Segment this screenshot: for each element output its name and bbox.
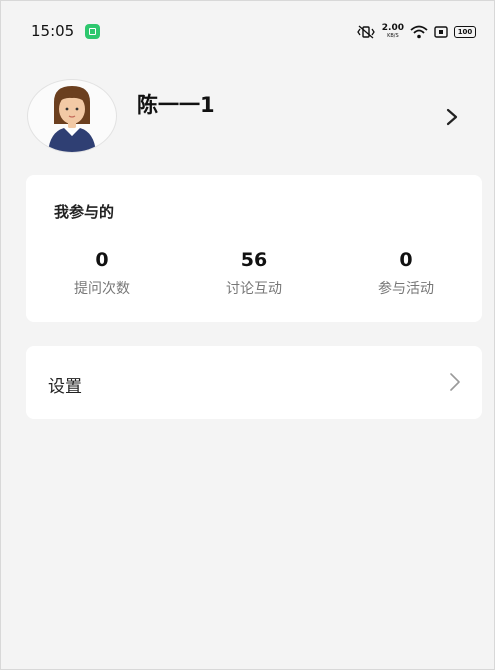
stat-label: 参与活动 (378, 281, 434, 297)
profile-header[interactable]: 陈一一1 (27, 79, 467, 153)
avatar-icon (48, 86, 96, 152)
net-speed-unit: KB/S (387, 33, 399, 39)
settings-label: 设置 (48, 377, 82, 397)
stat-label: 讨论互动 (226, 281, 282, 297)
settings-row[interactable]: 设置 (26, 346, 482, 419)
status-bar: 15:05 2.00 KB/S 100 (1, 19, 494, 45)
wifi-icon (410, 25, 428, 39)
sim-icon (434, 26, 448, 38)
net-speed-value: 2.00 (381, 23, 404, 33)
stat-discussions[interactable]: 56 讨论互动 (194, 249, 314, 298)
participation-card: 我参与的 0 提问次数 56 讨论互动 0 参与活动 (26, 175, 482, 322)
stat-activities[interactable]: 0 参与活动 (346, 249, 466, 298)
chevron-right-icon (450, 373, 460, 391)
stat-value: 0 (95, 249, 109, 271)
vibrate-icon (357, 25, 375, 39)
stat-label: 提问次数 (74, 281, 130, 297)
status-icons: 2.00 KB/S 100 (356, 22, 476, 42)
avatar[interactable] (27, 79, 117, 153)
user-name[interactable]: 陈一一1 (137, 89, 215, 119)
net-speed: 2.00 KB/S (382, 24, 404, 40)
status-time: 15:05 (31, 22, 75, 40)
chevron-right-icon[interactable] (445, 107, 459, 127)
battery-icon: 100 (454, 26, 476, 38)
screen: 15:05 2.00 KB/S 100 陈一一1 我参与的 0 提问次数 56 … (0, 0, 495, 670)
app-badge-icon (85, 24, 100, 39)
participation-title: 我参与的 (54, 203, 115, 221)
stat-questions[interactable]: 0 提问次数 (42, 249, 162, 298)
stat-value: 0 (399, 249, 413, 271)
stat-value: 56 (240, 249, 268, 271)
